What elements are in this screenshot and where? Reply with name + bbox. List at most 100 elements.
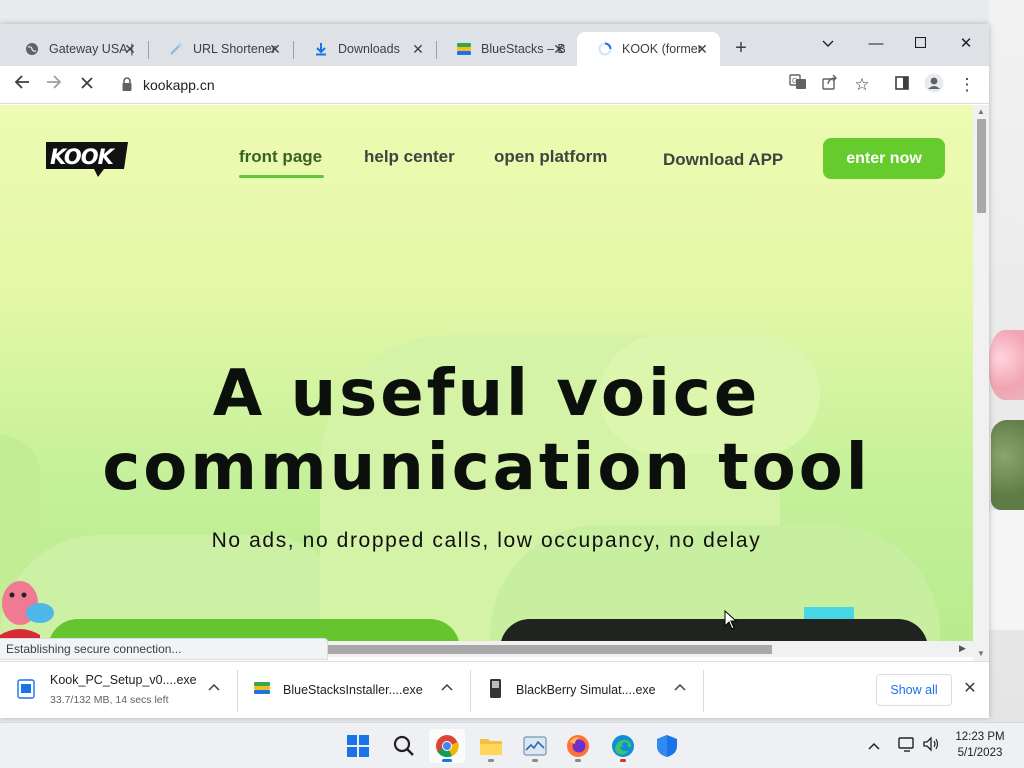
nav-help-center[interactable]: help center	[364, 147, 455, 167]
chevron-up-icon[interactable]	[868, 737, 880, 753]
download-filename: BlackBerry Simulat....exe	[516, 683, 656, 697]
forward-button[interactable]	[42, 73, 66, 97]
close-tab-icon[interactable]: ✕	[694, 41, 710, 57]
tab-url-shortener[interactable]: URL Shortener ✕	[148, 32, 294, 66]
taskbar: 12:23 PM 5/1/2023	[0, 722, 1024, 768]
nav-download-app[interactable]: Download APP	[663, 150, 783, 170]
download-separator	[470, 670, 471, 712]
profile-avatar-icon[interactable]	[922, 73, 946, 97]
active-indicator	[442, 759, 452, 762]
wallpaper-cactus	[991, 420, 1024, 510]
download-item[interactable]: BlueStacksInstaller....exe	[252, 668, 472, 712]
nav-front-page[interactable]: front page	[239, 147, 322, 167]
mascot-bird-icon	[0, 581, 54, 641]
chrome-taskbar-icon[interactable]	[429, 729, 465, 763]
mouse-cursor-icon	[724, 610, 738, 630]
tab-bluestacks[interactable]: BlueStacks – B ✕	[436, 32, 577, 66]
horizontal-scroll-thumb[interactable]	[328, 645, 772, 654]
close-download-shelf-icon[interactable]: ✕	[960, 678, 980, 698]
bluestacks-icon	[456, 41, 472, 57]
download-filename: Kook_PC_Setup_v0....exe	[50, 673, 197, 687]
tab-search-icon[interactable]	[816, 32, 840, 56]
running-indicator	[620, 759, 626, 762]
menu-kebab-icon[interactable]: ⋮	[955, 73, 979, 97]
nav-open-platform[interactable]: open platform	[494, 147, 607, 167]
scroll-down-icon[interactable]: ▼	[977, 649, 985, 658]
minimize-button[interactable]: —	[864, 32, 888, 56]
hero-title-line2: communication tool	[102, 431, 871, 505]
new-tab-button[interactable]: +	[730, 38, 752, 60]
kook-logo[interactable]: KOOK	[44, 139, 130, 179]
tab-gateway[interactable]: Gateway USA | ✕	[4, 32, 149, 66]
download-item[interactable]: BlackBerry Simulat....exe	[486, 668, 702, 712]
link-icon	[168, 41, 184, 57]
running-indicator	[532, 759, 538, 762]
translate-icon[interactable]: G	[786, 73, 810, 97]
scroll-right-icon[interactable]: ▶	[959, 643, 966, 654]
firefox-icon[interactable]	[560, 729, 596, 763]
wallpaper-pot	[989, 510, 1024, 630]
close-tab-icon[interactable]: ✕	[551, 41, 567, 57]
chevron-up-icon[interactable]	[206, 680, 222, 696]
windows-start-icon[interactable]	[340, 729, 376, 763]
search-icon[interactable]	[385, 729, 421, 763]
wallpaper-flower	[989, 330, 1024, 400]
close-window-button[interactable]: ✕	[954, 32, 978, 56]
close-tab-icon[interactable]: ✕	[267, 41, 283, 57]
share-icon[interactable]	[818, 73, 842, 97]
enter-now-button[interactable]: enter now	[823, 138, 945, 179]
download-icon	[313, 41, 329, 57]
download-separator	[703, 670, 704, 712]
browser-window: Gateway USA | ✕ URL Shortener ✕ Download…	[0, 24, 989, 718]
url-text: kookapp.cn	[143, 77, 215, 93]
security-shield-icon[interactable]	[649, 729, 685, 763]
running-indicator	[575, 759, 581, 762]
web-page: KOOK front page help center open platfor…	[0, 105, 973, 641]
clock-date: 5/1/2023	[957, 747, 1003, 759]
close-tab-icon[interactable]: ✕	[122, 41, 138, 57]
tab-downloads[interactable]: Downloads ✕	[293, 32, 437, 66]
web-version-cta-button[interactable]	[500, 619, 928, 641]
system-clock[interactable]: 12:23 PM 5/1/2023	[950, 729, 1010, 761]
maximize-button[interactable]	[908, 32, 932, 56]
download-shelf: Kook_PC_Setup_v0....exe 33.7/132 MB, 14 …	[0, 661, 989, 718]
loading-spinner-icon	[597, 41, 613, 57]
installer-icon	[17, 679, 35, 699]
globe-icon	[24, 41, 40, 57]
tab-kook[interactable]: KOOK (former ✕	[577, 32, 720, 66]
network-icon[interactable]	[898, 736, 916, 755]
close-tab-icon[interactable]: ✕	[410, 41, 426, 57]
scroll-up-icon[interactable]: ▲	[977, 107, 985, 116]
show-all-downloads-button[interactable]: Show all	[876, 674, 952, 706]
download-filename: BlueStacksInstaller....exe	[283, 683, 423, 697]
clock-time: 12:23 PM	[955, 731, 1005, 743]
hero-subline: No ads, no dropped calls, low occupancy,…	[211, 529, 762, 552]
bookmark-star-icon[interactable]: ☆	[850, 73, 874, 97]
chevron-up-icon[interactable]	[672, 680, 688, 696]
desktop-wallpaper	[989, 0, 1024, 722]
task-manager-icon[interactable]	[517, 729, 553, 763]
address-bar[interactable]: kookapp.cn	[110, 70, 830, 100]
vertical-scroll-thumb[interactable]	[977, 119, 986, 213]
browser-toolbar: kookapp.cn G ☆ ⋮	[0, 66, 989, 104]
hero-title-line1: A useful voice	[212, 357, 761, 431]
side-panel-icon[interactable]	[890, 73, 914, 97]
download-progress-text: 33.7/132 MB, 14 secs left	[50, 694, 169, 706]
edge-icon[interactable]	[605, 729, 641, 763]
vertical-scrollbar[interactable]: ▲ ▼	[973, 105, 989, 661]
tab-strip: Gateway USA | ✕ URL Shortener ✕ Download…	[0, 24, 989, 66]
chevron-up-icon[interactable]	[439, 680, 455, 696]
running-indicator	[488, 759, 494, 762]
download-separator	[237, 670, 238, 712]
download-item[interactable]: Kook_PC_Setup_v0....exe 33.7/132 MB, 14 …	[16, 668, 236, 712]
svg-text:G: G	[792, 78, 797, 85]
bluestacks-icon	[254, 682, 270, 694]
stop-loading-button[interactable]	[75, 73, 99, 97]
nav-active-underline	[239, 175, 324, 178]
status-bubble: Establishing secure connection...	[0, 638, 328, 660]
phone-icon	[490, 679, 501, 698]
volume-icon[interactable]	[922, 736, 940, 755]
lock-icon	[122, 77, 132, 91]
back-button[interactable]	[10, 73, 34, 97]
file-explorer-icon[interactable]	[473, 729, 509, 763]
